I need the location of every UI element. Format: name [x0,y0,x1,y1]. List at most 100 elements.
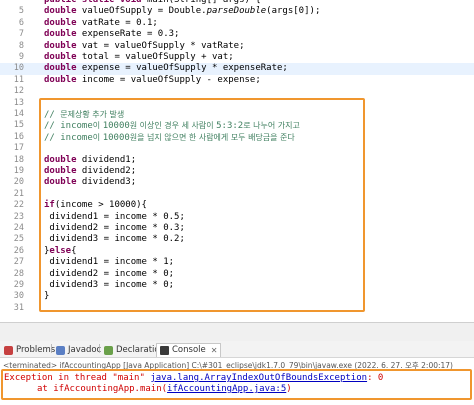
stacktrace-suffix: ) [286,384,292,394]
code-line: 6 double vatRate = 0.1; [0,18,474,29]
code-token: double [44,154,77,165]
code-line: 17 [0,143,474,154]
code-line: 26}else{ [0,246,474,257]
code-token: 5:3:2 [216,121,244,132]
code-token: expense = valueOfSupply * expenseRate; [76,63,288,74]
line-number: 10 [13,63,24,74]
code-line: 9 double total = valueOfSupply + vat; [0,52,474,63]
code-text: if(income > 10000){ [44,200,147,211]
code-line: 20 double dividend3; [0,177,474,188]
line-number: 22 [13,200,24,211]
line-number: 23 [13,211,24,222]
code-token: { [71,245,77,256]
code-line: 14 // 문제상황 추가 발생 [0,109,474,120]
code-token: main(String[] args) { [141,0,261,5]
code-token: 로 나누어 가지고 [243,121,300,131]
code-token: double [44,40,77,51]
line-number: 13 [13,97,24,108]
code-token: expenseRate = 0.3; [76,29,180,40]
code-token: } [44,291,50,302]
code-token: double [44,29,77,40]
line-number: 30 [13,291,24,302]
line-number: 19 [13,166,24,176]
console-output[interactable]: <terminated> ifAccountingApp [Java Appli… [0,358,474,405]
code-text: double dividend1; [44,155,136,166]
code-token: 문제상황 추가 발생 [60,110,125,119]
code-token: double [44,177,77,188]
code-token: double [44,63,77,74]
code-token: if [44,200,55,211]
line-number: 11 [13,74,24,85]
code-line: 18 double dividend1; [0,155,474,166]
line-number: 12 [13,86,24,97]
code-line: 15 // income이 10000원 이상인 경우 세 사람이 5:3:2로 … [0,120,474,131]
console-icon [160,346,169,355]
javadoc-icon [56,345,65,355]
declaration-icon [104,345,113,355]
code-token: double [44,17,77,28]
code-token: dividend3; [76,177,137,188]
code-token: income = valueOfSupply - expense; [76,74,261,85]
problems-icon [4,345,13,355]
line-number: 6 [18,17,24,28]
code-editor[interactable]: public static void main(String[] args) {… [0,0,474,322]
tab-javadoc[interactable]: Javadoc [56,343,101,357]
code-token: 원 이상인 경우 세 사람이 [129,121,217,131]
code-token: dividend2 = income * 0.3; [44,223,185,233]
code-line: 27 dividend1 = income * 1; [0,257,474,268]
line-number: 21 [13,188,24,199]
code-token: dividend3 = income * 0; [44,280,175,290]
line-number: 20 [13,177,24,188]
code-line: 11 double income = valueOfSupply - expens… [0,75,474,86]
code-line: 21 [0,189,474,200]
code-line: 23 dividend1 = income * 0.5; [0,212,474,223]
code-line: 19 double dividend2; [0,166,474,177]
code-text: double vatRate = 0.1; [44,18,158,29]
code-text: dividend3 = income * 0.2; [44,234,185,245]
code-token: 이 [92,132,103,142]
code-line: 13 [0,98,474,109]
code-token: (income > 10000){ [54,200,147,211]
code-line: 29 dividend3 = income * 0; [0,280,474,291]
code-text: } [44,291,49,302]
view-divider [0,322,474,341]
line-number: 16 [13,131,24,142]
line-number: 28 [13,268,24,279]
stacktrace-line: at ifAccountingApp.main(ifAccountingApp.… [37,384,292,395]
stacktrace-source-link[interactable]: ifAccountingApp.java:5 [167,384,286,394]
line-number: 15 [13,120,24,131]
line-number: 5 [18,6,24,17]
tab-separator: | [98,344,102,354]
code-token: // income [44,132,93,143]
line-number: 18 [13,154,24,165]
line-number: 14 [13,109,24,119]
code-token: vatRate = 0.1; [76,17,158,28]
code-text: double total = valueOfSupply + vat; [44,52,234,63]
code-line: 16 // income이 10000원을 넘지 않으면 한 사람에게 모두 배당… [0,132,474,143]
code-line: 10 double expense = valueOfSupply * expen… [0,63,474,75]
exception-prefix: Exception in thread "main" [4,373,151,383]
code-token: dividend3 = income * 0.2; [44,234,185,245]
code-token: 이 [92,121,103,131]
code-text: double expense = valueOfSupply * expense… [44,63,288,74]
code-token: double [44,166,77,176]
console-tab-bar: Problems | Javadoc | Declaration Console… [0,341,474,358]
exception-class-link[interactable]: java.lang.ArrayIndexOutOfBoundsException [150,373,367,383]
close-icon[interactable]: ✕ [211,344,218,357]
code-line: 30} [0,291,474,302]
line-number: 29 [13,280,24,290]
code-token: dividend2 = income * 0; [44,268,175,279]
code-token: 10000 [102,121,130,132]
code-token: double [44,74,77,85]
code-text: double vat = valueOfSupply * vatRate; [44,41,245,52]
code-token: // income [44,121,93,132]
code-token: 원을 넘지 않으면 한 사람에게 모두 배당금을 준다 [129,132,295,142]
tab-javadoc-label: Javadoc [68,344,102,355]
code-text: dividend2 = income * 0; [44,269,174,280]
line-number: 24 [13,223,24,233]
tab-problems[interactable]: Problems [4,343,55,357]
tab-separator: | [50,344,54,354]
code-token: (args[0]); [266,6,321,17]
code-line: 8 double vat = valueOfSupply * vatRate; [0,41,474,52]
tab-console[interactable]: Console ✕ [156,343,222,357]
